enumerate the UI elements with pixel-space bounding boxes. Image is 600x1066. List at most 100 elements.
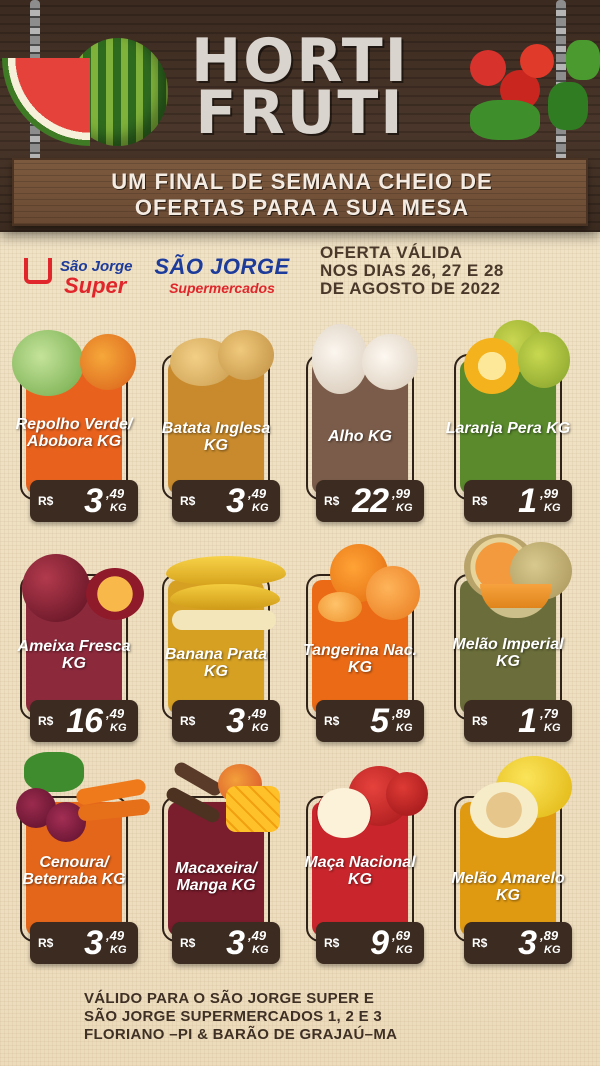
currency-label: R$ <box>472 936 488 950</box>
currency-label: R$ <box>324 494 340 508</box>
product-name: Melão Imperial KG <box>452 636 564 670</box>
currency-label: R$ <box>38 714 54 728</box>
banana-icon <box>170 584 280 610</box>
product-name: Banana Prata KG <box>164 646 268 680</box>
product-card-maca: Maça Nacional KG R$ 9 ,69 KG <box>296 762 428 964</box>
product-card-batata: Batata Inglesa KG R$ 3 ,49 KG <box>152 320 280 522</box>
product-name: Ameixa Fresca KG <box>17 638 131 672</box>
product-card-ameixa: Ameixa Fresca KG R$ 16 ,49 KG <box>10 540 144 742</box>
price-unit: KG <box>110 944 127 956</box>
banana-icon <box>166 556 286 586</box>
price-tag: R$ 9 ,69 KG <box>316 922 424 964</box>
product-card-laranja: Laranja Pera KG R$ 1 ,99 KG <box>444 320 572 522</box>
price-unit: KG <box>252 944 269 956</box>
price-unit: KG <box>544 722 561 734</box>
currency-label: R$ <box>472 714 488 728</box>
plum-icon <box>22 554 90 622</box>
logo2-line2: Supermercados <box>169 280 275 296</box>
apple-icon <box>386 772 428 816</box>
yellow-melon-half-icon <box>470 782 538 838</box>
currency-label: R$ <box>180 936 196 950</box>
beet-leaves-icon <box>24 752 84 792</box>
product-card-macaxeira: Macaxeira/ Manga KG R$ 3 ,49 KG <box>152 759 280 964</box>
currency-label: R$ <box>180 714 196 728</box>
logo2-line1: SÃO JORGE <box>154 254 290 279</box>
title-line2: FRUTI <box>195 78 405 148</box>
product-name: Repolho Verde/ Abobora KG <box>15 416 133 450</box>
tangerine-segment-icon <box>318 592 362 622</box>
currency-label: R$ <box>180 494 196 508</box>
price-tag: R$ 3 ,49 KG <box>172 700 280 742</box>
price-decimal: ,49 <box>248 706 267 721</box>
validity-line1: OFERTA VÁLIDA <box>320 243 463 262</box>
price-decimal: ,49 <box>106 706 125 721</box>
currency-label: R$ <box>38 494 54 508</box>
garlic-icon <box>312 324 368 394</box>
price-decimal: ,99 <box>540 486 559 501</box>
product-card-tangerina: Tangerina Nac. KG R$ 5 ,89 KG <box>296 540 424 742</box>
currency-label: R$ <box>38 936 54 950</box>
orange-half-icon <box>464 338 520 394</box>
shopping-cart-icon <box>24 258 52 284</box>
product-name: Cenoura/ Beterraba KG <box>22 854 126 888</box>
product-card-cenoura: Cenoura/ Beterraba KG R$ 3 ,49 KG <box>10 752 151 964</box>
tangerine-peeled-icon <box>366 566 420 620</box>
price-decimal: ,89 <box>540 928 559 943</box>
product-name: Macaxeira/ Manga KG <box>175 860 257 894</box>
price-integer: 5 <box>370 702 389 740</box>
currency-label: R$ <box>324 714 340 728</box>
price-unit: KG <box>110 722 127 734</box>
price-decimal: ,49 <box>248 486 267 501</box>
price-integer: 3 <box>226 482 245 520</box>
currency-label: R$ <box>472 494 488 508</box>
potato-icon <box>218 330 274 380</box>
product-name: Batata Inglesa KG <box>161 420 271 454</box>
offer-validity: OFERTA VÁLIDA NOS DIAS 26, 27 E 28 DE AG… <box>320 244 590 298</box>
product-name: Tangerina Nac. KG <box>302 642 418 676</box>
price-integer: 1 <box>518 702 537 740</box>
price-integer: 3 <box>84 482 103 520</box>
cabbage-icon <box>12 330 84 396</box>
price-tag: R$ 5 ,89 KG <box>316 700 424 742</box>
price-integer: 3 <box>226 702 245 740</box>
logo1-line2: Super <box>64 273 127 298</box>
subtitle-line2: OFERTAS PARA A SUA MESA <box>134 195 470 220</box>
product-card-melao-imperial: Melão Imperial KG R$ 1 ,79 KG <box>444 534 572 742</box>
pumpkin-icon <box>80 334 136 390</box>
price-tag: R$ 1 ,79 KG <box>464 700 572 742</box>
validity-line2: NOS DIAS 26, 27 E 28 <box>320 261 504 280</box>
price-integer: 3 <box>84 924 103 962</box>
price-tag: R$ 3 ,49 KG <box>172 922 280 964</box>
garlic-icon <box>362 334 418 390</box>
price-integer: 3 <box>518 924 537 962</box>
price-decimal: ,49 <box>106 928 125 943</box>
price-decimal: ,79 <box>540 706 559 721</box>
currency-label: R$ <box>324 936 340 950</box>
apple-half-icon <box>316 788 372 838</box>
banana-peeled-icon <box>172 610 276 630</box>
price-tag: R$ 3 ,89 KG <box>464 922 572 964</box>
sao-jorge-super-logo: São Jorge Super <box>24 252 142 298</box>
price-decimal: ,49 <box>106 486 125 501</box>
footer-line3: FLORIANO –PI & BARÃO DE GRAJAÚ–MA <box>84 1026 398 1043</box>
price-integer: 16 <box>66 702 103 740</box>
price-unit: KG <box>252 502 269 514</box>
price-unit: KG <box>396 502 413 514</box>
price-tag: R$ 3 ,49 KG <box>30 922 138 964</box>
validity-line3: DE AGOSTO DE 2022 <box>320 279 501 298</box>
price-unit: KG <box>544 944 561 956</box>
wood-header: HORTI FRUTI UM FINAL DE SEMANA CHEIO DE … <box>0 0 600 232</box>
price-decimal: ,69 <box>392 928 411 943</box>
footer-line1: VÁLIDO PARA O SÃO JORGE SUPER E <box>84 990 375 1007</box>
price-unit: KG <box>544 502 561 514</box>
price-integer: 3 <box>226 924 245 962</box>
price-decimal: ,49 <box>248 928 267 943</box>
price-integer: 22 <box>352 482 389 520</box>
product-card-repolho: Repolho Verde/ Abobora KG R$ 3 ,49 KG <box>10 320 138 522</box>
sao-jorge-supermercados-logo: SÃO JORGE Supermercados <box>146 254 298 298</box>
product-name: Laranja Pera KG <box>445 420 571 437</box>
price-tag: R$ 22 ,99 KG <box>316 480 424 522</box>
price-unit: KG <box>110 502 127 514</box>
price-tag: R$ 1 ,99 KG <box>464 480 572 522</box>
product-card-alho: Alho KG R$ 22 ,99 KG <box>296 320 424 522</box>
